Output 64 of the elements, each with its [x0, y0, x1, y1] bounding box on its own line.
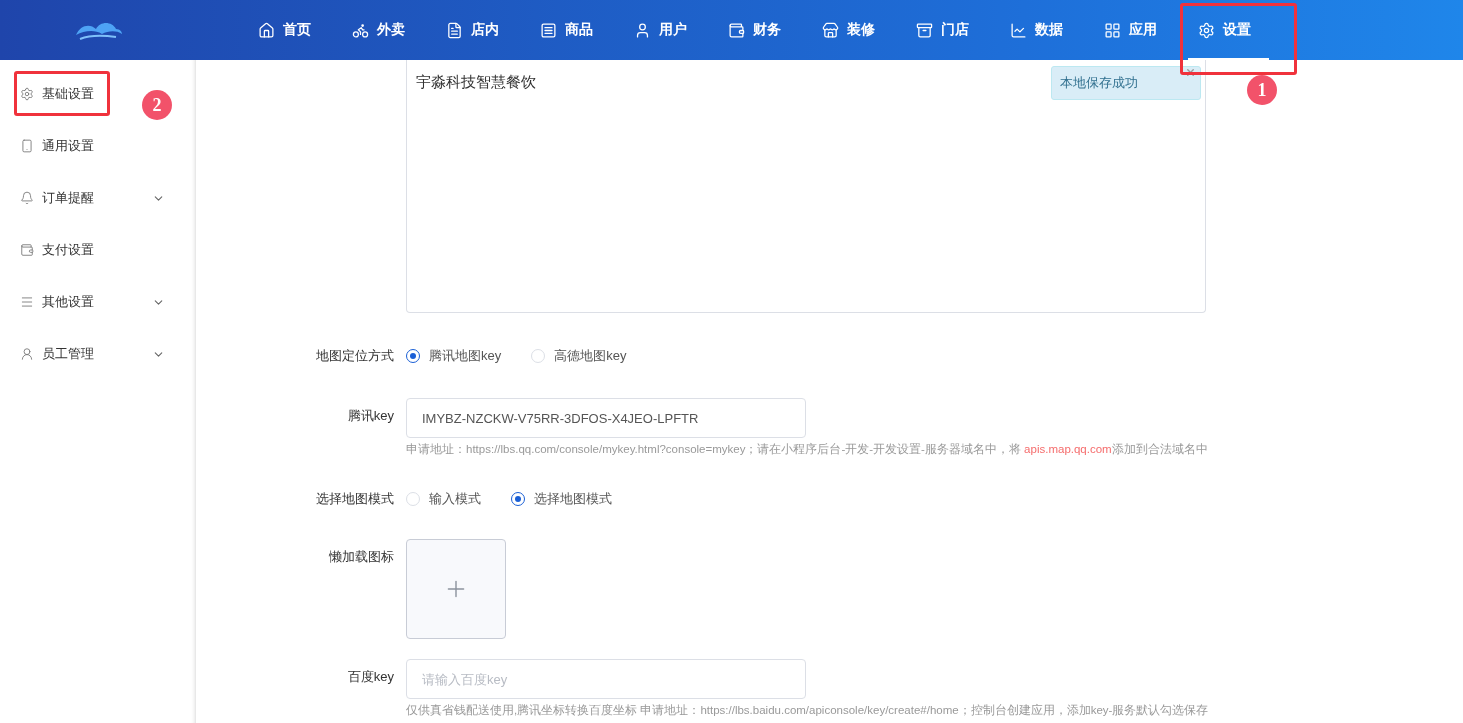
sidebar-item[interactable]: 其他设置	[0, 276, 195, 328]
input-field[interactable]: 请输入百度key	[406, 659, 806, 699]
field-label: 地图定位方式	[315, 347, 394, 365]
text-area-value: 宇淼科技智慧餐饮	[416, 73, 536, 92]
sidebar-item[interactable]: 支付设置	[0, 224, 124, 276]
nav-tab[interactable]: 用户	[624, 0, 705, 60]
sidebar-label: 员工管理	[42, 345, 95, 363]
store-icon	[822, 21, 839, 39]
radio-option[interactable]: 输入模式	[406, 490, 481, 508]
toast-text: 本地保存成功	[1060, 74, 1138, 92]
sidebar-item[interactable]: 员工管理	[0, 328, 195, 380]
nav-tab[interactable]: 店内	[436, 0, 517, 60]
sidebar-label: 订单提醒	[42, 189, 95, 207]
nav-tab[interactable]: 设置	[1188, 0, 1269, 60]
nav-tab[interactable]: 外卖	[342, 0, 423, 60]
radio-label: 选择地图模式	[534, 490, 612, 508]
text-area[interactable]: 宇淼科技智慧餐饮 本地保存成功	[406, 60, 1206, 313]
document-icon	[446, 21, 463, 39]
close-button[interactable]	[1185, 67, 1196, 78]
sidebar-item[interactable]: 通用设置	[0, 120, 124, 172]
hint-text: 申请地址：https://lbs.qq.com/console/mykey.html?console=mykey；请在小程序后台-开发-开发设置-服务器域名中，将 apis.map.qq.com添加到合法域名中	[406, 442, 1208, 457]
radio-option[interactable]: 选择地图模式	[511, 490, 612, 508]
nav-tab[interactable]: 财务	[718, 0, 799, 60]
input-field[interactable]: IMYBZ-NZCKW-V75RR-3DFOS-X4JEO-LPFTR	[406, 398, 806, 438]
home-icon	[258, 21, 275, 39]
chart-icon	[1010, 21, 1027, 39]
wallet-icon	[728, 21, 745, 39]
wallet-icon	[20, 243, 34, 257]
radio-option[interactable]: 腾讯地图key	[406, 347, 502, 365]
settings-icon	[1198, 21, 1215, 39]
step-number: 2	[142, 90, 172, 120]
grid-icon	[1104, 21, 1121, 39]
sidebar-label: 基础设置	[42, 85, 94, 103]
field-label: 百度key	[346, 668, 394, 686]
user-icon	[634, 21, 651, 39]
nav-tab[interactable]: 门店	[906, 0, 987, 60]
sidebar-item[interactable]: 订单提醒	[0, 172, 195, 224]
nav-tab[interactable]: 商品	[530, 0, 611, 60]
radio-label: 高德地图key	[554, 347, 627, 365]
field-label: 腾讯key	[346, 407, 394, 425]
field-label: 懒加载图标	[328, 548, 394, 566]
phone-icon	[20, 139, 34, 153]
nav-tab[interactable]: 装修	[812, 0, 893, 60]
radio-option[interactable]: 高德地图key	[531, 347, 627, 365]
bag-icon	[540, 21, 557, 39]
sidebar-label: 支付设置	[42, 241, 94, 259]
bike-icon	[352, 21, 369, 39]
field-label: 选择地图模式	[315, 490, 394, 508]
radio-label: 输入模式	[429, 490, 481, 508]
step-number: 1	[1247, 75, 1277, 105]
bell-icon	[20, 191, 34, 205]
nav-tab[interactable]: 数据	[1000, 0, 1081, 60]
sidebar-label: 通用设置	[42, 137, 94, 155]
settings-icon	[20, 87, 34, 101]
close-icon	[1185, 67, 1196, 78]
nav-tab[interactable]: 首页	[248, 0, 329, 60]
sidebar-label: 其他设置	[42, 293, 95, 311]
sidebar-item[interactable]: 基础设置	[0, 68, 124, 120]
user-icon	[20, 347, 34, 361]
radio-label: 腾讯地图key	[429, 347, 502, 365]
archive-icon	[916, 21, 933, 39]
hint-text: 仅供真省钱配送使用,腾讯坐标转换百度坐标 申请地址：https://lbs.baidu.com/apiconsole/key/create#/home；控制台创建应用，添加key-服务默认勾选保存	[406, 703, 1209, 718]
menu-icon	[20, 295, 34, 309]
nav-tab[interactable]: 应用	[1094, 0, 1175, 60]
